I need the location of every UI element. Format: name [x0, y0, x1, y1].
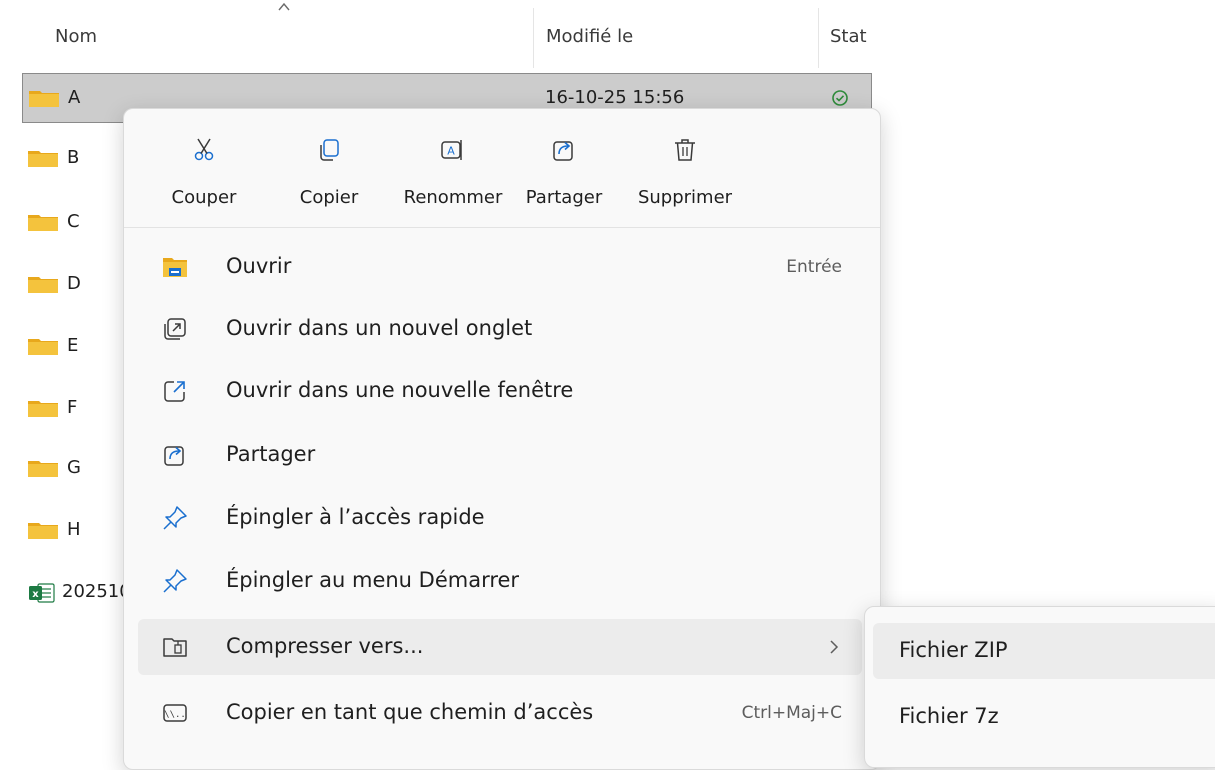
folder-icon — [28, 339, 58, 355]
context-menu: Couper Copier A Renommer Partager Suppri… — [123, 108, 881, 770]
menu-item-open-new-window[interactable]: Ouvrir dans une nouvelle fenêtre — [138, 363, 862, 419]
column-divider[interactable] — [818, 8, 819, 68]
copy-button[interactable]: Copier — [289, 121, 369, 221]
new-tab-icon — [164, 318, 186, 340]
menu-item-label: Ouvrir — [226, 254, 292, 278]
delete-label: Supprimer — [637, 187, 733, 208]
folder-icon — [28, 523, 58, 539]
menu-separator — [124, 227, 880, 228]
share-icon — [164, 446, 184, 466]
submenu-item-zip[interactable]: Fichier ZIP — [873, 623, 1215, 679]
column-modified[interactable]: Modifié le — [546, 26, 633, 47]
cut-button[interactable]: Couper — [164, 121, 244, 221]
folder-icon — [28, 461, 58, 477]
pin-icon — [163, 569, 187, 593]
file-name: A — [68, 87, 81, 108]
folder-icon — [28, 401, 58, 417]
folder-icon — [28, 151, 58, 167]
share-quick-label: Partager — [525, 187, 603, 208]
menu-item-share[interactable]: Partager — [138, 427, 862, 483]
menu-item-open[interactable]: Ouvrir Entrée — [138, 239, 862, 295]
synced-check-icon — [832, 90, 848, 106]
folder-icon — [29, 91, 59, 107]
submenu-item-label: Fichier ZIP — [899, 638, 1008, 662]
folder-icon — [28, 277, 58, 293]
menu-item-label: Partager — [226, 442, 316, 466]
cut-label: Couper — [171, 187, 237, 208]
svg-text:\\..: \\.. — [164, 710, 186, 720]
rename-button[interactable]: A Renommer — [403, 121, 503, 221]
menu-item-label: Copier en tant que chemin d’accès — [226, 700, 594, 724]
column-divider[interactable] — [533, 8, 534, 68]
folder-icon — [28, 215, 58, 231]
submenu-item-7z[interactable]: Fichier 7z — [873, 689, 1215, 745]
column-header: Nom Modifié le Stat — [0, 0, 875, 70]
scissors-icon — [194, 138, 214, 161]
menu-item-label: Épingler au menu Démarrer — [226, 568, 520, 592]
svg-text:x: x — [32, 589, 39, 600]
compress-submenu: Fichier ZIP Fichier 7z — [864, 606, 1215, 768]
menu-item-compress[interactable]: Compresser vers... — [138, 619, 862, 675]
menu-item-pin-start[interactable]: Épingler au menu Démarrer — [138, 553, 862, 609]
file-modified: 16-10-25 15:56 — [545, 87, 685, 108]
rename-label: Renommer — [403, 187, 503, 208]
menu-item-label: Ouvrir dans une nouvelle fenêtre — [226, 378, 574, 402]
submenu-item-label: Fichier 7z — [899, 704, 999, 728]
menu-item-label: Épingler à l’accès rapide — [226, 505, 485, 529]
menu-item-shortcut: Entrée — [786, 257, 842, 277]
file-name: G — [67, 457, 81, 478]
menu-item-open-new-tab[interactable]: Ouvrir dans un nouvel onglet — [138, 301, 862, 357]
menu-item-pin-quick-access[interactable]: Épingler à l’accès rapide — [138, 490, 862, 546]
file-name: B — [67, 147, 80, 168]
menu-item-shortcut: Ctrl+Maj+C — [741, 703, 842, 723]
chevron-right-icon — [830, 640, 839, 654]
column-status[interactable]: Stat — [830, 26, 867, 47]
file-name: H — [67, 519, 81, 540]
copy-path-icon: \\.. — [163, 704, 187, 722]
copy-icon — [320, 139, 339, 161]
file-name: F — [67, 397, 78, 418]
pin-icon — [163, 506, 187, 530]
menu-item-label: Compresser vers... — [226, 634, 424, 658]
sort-ascending-icon — [278, 2, 290, 11]
file-name: 202510 — [62, 581, 131, 602]
quick-actions-bar: Couper Copier A Renommer Partager Suppri… — [124, 109, 880, 227]
excel-file-icon: x — [29, 583, 55, 603]
file-name: C — [67, 211, 80, 232]
delete-button[interactable]: Supprimer — [637, 121, 733, 221]
folder-open-icon — [163, 258, 187, 277]
zip-folder-icon — [163, 638, 187, 657]
rename-icon: A — [441, 140, 462, 160]
svg-text:A: A — [447, 145, 455, 158]
file-name: E — [67, 335, 79, 356]
trash-icon — [675, 139, 695, 161]
menu-item-copy-path[interactable]: \\.. Copier en tant que chemin d’accès C… — [138, 685, 862, 741]
share-icon — [553, 141, 573, 161]
file-name: D — [67, 273, 81, 294]
column-name[interactable]: Nom — [55, 26, 97, 47]
share-quick-button[interactable]: Partager — [524, 121, 604, 221]
new-window-icon — [164, 381, 185, 402]
copy-label: Copier — [299, 187, 359, 208]
menu-item-label: Ouvrir dans un nouvel onglet — [226, 316, 533, 340]
